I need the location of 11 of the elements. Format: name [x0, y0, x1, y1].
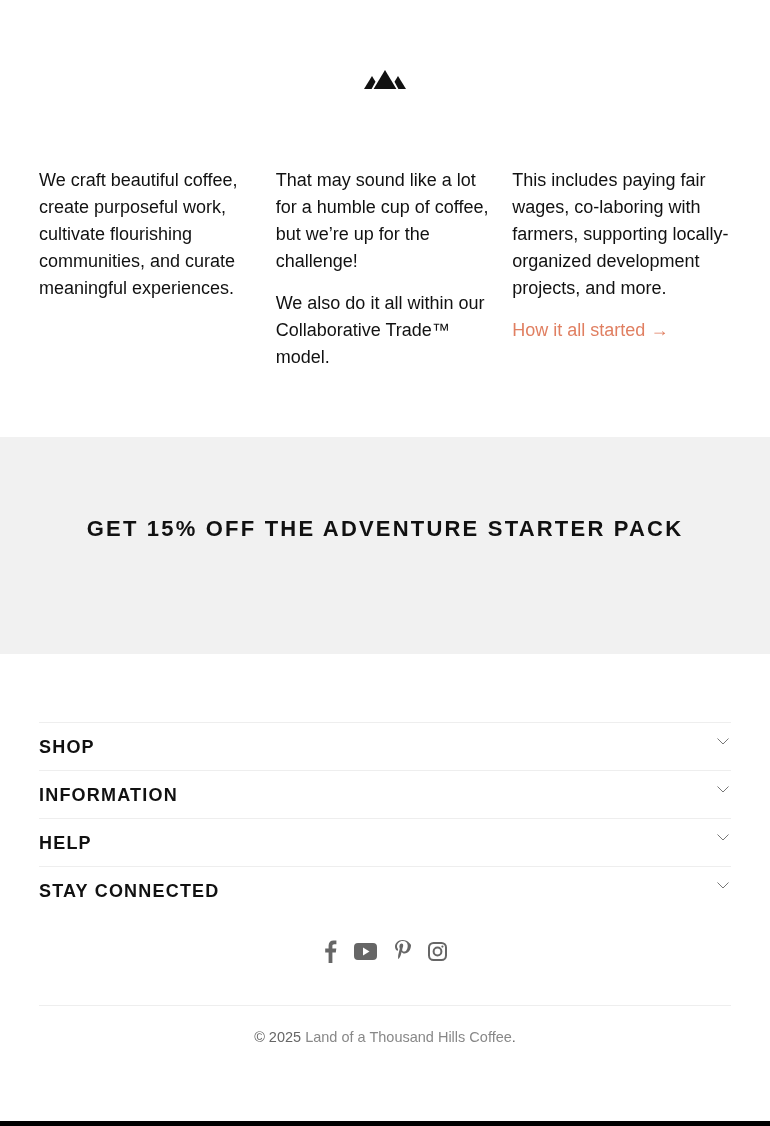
about-paragraph: We also do it all within our Collaborative Trade™ model. [275, 292, 486, 369]
youtube-icon[interactable] [353, 942, 377, 960]
promo-heading[interactable]: GET 15% OFF THE ADVENTURE STARTER PACK [86, 514, 684, 544]
instagram-icon[interactable] [427, 941, 447, 961]
facebook-icon[interactable] [323, 939, 337, 963]
pinterest-icon[interactable] [393, 940, 411, 962]
copyright-text: © 2025 Land of a Thousand Hills Coffee. [254, 1028, 516, 1047]
about-paragraph: This includes paying fair wages, co-laboring with farmers, supporting locally-organized development projects, and more. [512, 169, 730, 300]
about-paragraph: We craft beautiful coffee, create purposeful work, cultivate flourishing communities, and curate meaningful experiences. [39, 169, 239, 300]
about-paragraph: That may sound like a lot for a humble cup of coffee, but we’re up for the challenge! [275, 169, 490, 273]
company-link[interactable]: Land of a Thousand Hills Coffee [305, 1029, 512, 1045]
